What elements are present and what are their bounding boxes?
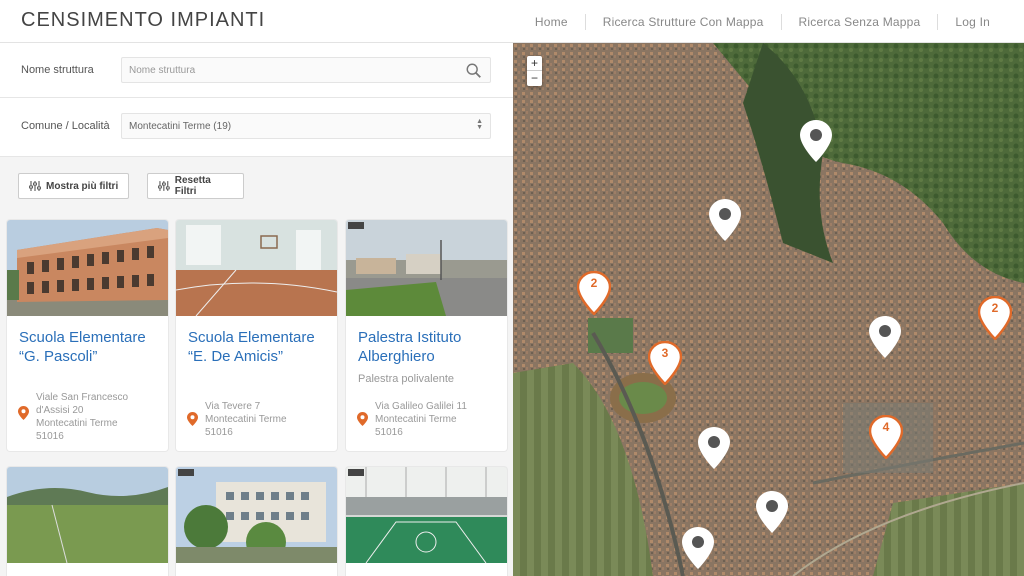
card-photo: [176, 467, 337, 563]
location-pin-icon: [187, 412, 198, 426]
structure-card[interactable]: Palestra Istituto Alberghiero Palestra p…: [346, 220, 507, 451]
map-pin-marker[interactable]: [681, 526, 715, 570]
zoom-out-button[interactable]: −: [527, 71, 542, 86]
card-title[interactable]: Scuola Elementare “E. De Amicis”: [188, 328, 336, 366]
map-pin-marker[interactable]: [799, 119, 833, 163]
map-pin-icon: [709, 199, 741, 241]
nav-ricerca-senza-mappa[interactable]: Ricerca Senza Mappa: [782, 13, 939, 30]
more-filters-label: Mostra più filtri: [46, 180, 119, 192]
card-address: Viale San Francesco d'Assisi 20 Montecat…: [36, 392, 129, 442]
structure-card[interactable]: [346, 467, 507, 576]
structure-card[interactable]: [176, 467, 337, 576]
search-icon[interactable]: [465, 62, 483, 80]
card-title[interactable]: Palestra Istituto Alberghiero: [358, 328, 506, 366]
structure-card[interactable]: [7, 467, 168, 576]
main-nav: Home Ricerca Strutture Con Mappa Ricerca…: [518, 0, 1024, 43]
card-subtitle: Palestra polivalente: [358, 373, 455, 385]
sliders-icon: [158, 181, 170, 191]
map-cluster-marker[interactable]: 3: [647, 340, 683, 386]
map-pin-icon: [800, 120, 832, 162]
map-pin-marker[interactable]: [708, 198, 742, 242]
card-title[interactable]: Scuola Elementare “G. Pascoli”: [19, 328, 167, 366]
nav-ricerca-con-mappa[interactable]: Ricerca Strutture Con Mappa: [586, 13, 782, 30]
card-photo: [176, 220, 337, 316]
card-photo: [7, 220, 168, 316]
map-pin-icon: [682, 527, 714, 569]
card-address: Via Tevere 7 Montecatini Terme 51016: [205, 401, 287, 438]
cluster-count: 4: [882, 420, 890, 434]
name-filter-row: Nome struttura: [0, 43, 513, 98]
map-pin-icon: [869, 316, 901, 358]
map-cluster-marker[interactable]: 4: [868, 414, 904, 460]
name-search-box: [121, 57, 491, 83]
location-pin-icon: [357, 412, 368, 426]
map-pin-marker[interactable]: [755, 490, 789, 534]
map-cluster-marker[interactable]: 2: [576, 270, 612, 316]
reset-filters-label: Resetta Filtri: [174, 175, 211, 197]
card-address: Via Galileo Galilei 11 Montecatini Terme…: [375, 401, 467, 438]
reset-filters-button[interactable]: Resetta Filtri: [147, 173, 244, 199]
comune-filter-row: Comune / Località Montecatini Terme (19)…: [0, 98, 513, 157]
name-search-input[interactable]: [122, 58, 452, 82]
select-arrows-icon: ▲ ▼: [476, 118, 483, 131]
map-pin-marker[interactable]: [868, 315, 902, 359]
top-header: CENSIMENTO IMPIANTI Home Ricerca Struttu…: [0, 0, 1024, 43]
zoom-control: + −: [527, 56, 542, 86]
name-filter-label: Nome struttura: [21, 64, 94, 76]
location-pin-icon: [18, 406, 29, 420]
more-filters-button[interactable]: Mostra più filtri: [18, 173, 129, 199]
structure-card[interactable]: Scuola Elementare “G. Pascoli” Viale San…: [7, 220, 168, 451]
map-pin-icon: [756, 491, 788, 533]
comune-filter-label: Comune / Località: [21, 120, 110, 132]
satellite-map[interactable]: + − 2 3 2 4: [513, 43, 1024, 576]
map-pin-icon: [698, 427, 730, 469]
cluster-count: 2: [991, 301, 999, 315]
map-cluster-marker[interactable]: 2: [977, 295, 1013, 341]
map-pin-marker[interactable]: [697, 426, 731, 470]
results-panel: Nome struttura Comune / Località Monteca…: [0, 43, 513, 576]
nav-login[interactable]: Log In: [938, 14, 1024, 30]
cluster-count: 2: [590, 276, 598, 290]
cluster-count: 3: [661, 346, 669, 360]
comune-select-value: Montecatini Terme (19): [129, 121, 232, 132]
comune-select[interactable]: Montecatini Terme (19) ▲ ▼: [121, 113, 491, 139]
nav-home[interactable]: Home: [518, 13, 586, 30]
structure-card[interactable]: Scuola Elementare “E. De Amicis” Via Tev…: [176, 220, 337, 451]
card-photo: [346, 220, 507, 316]
zoom-in-button[interactable]: +: [527, 56, 542, 71]
sliders-icon: [29, 181, 41, 191]
site-brand[interactable]: CENSIMENTO IMPIANTI: [21, 9, 265, 32]
card-photo: [346, 467, 507, 563]
card-photo: [7, 467, 168, 563]
